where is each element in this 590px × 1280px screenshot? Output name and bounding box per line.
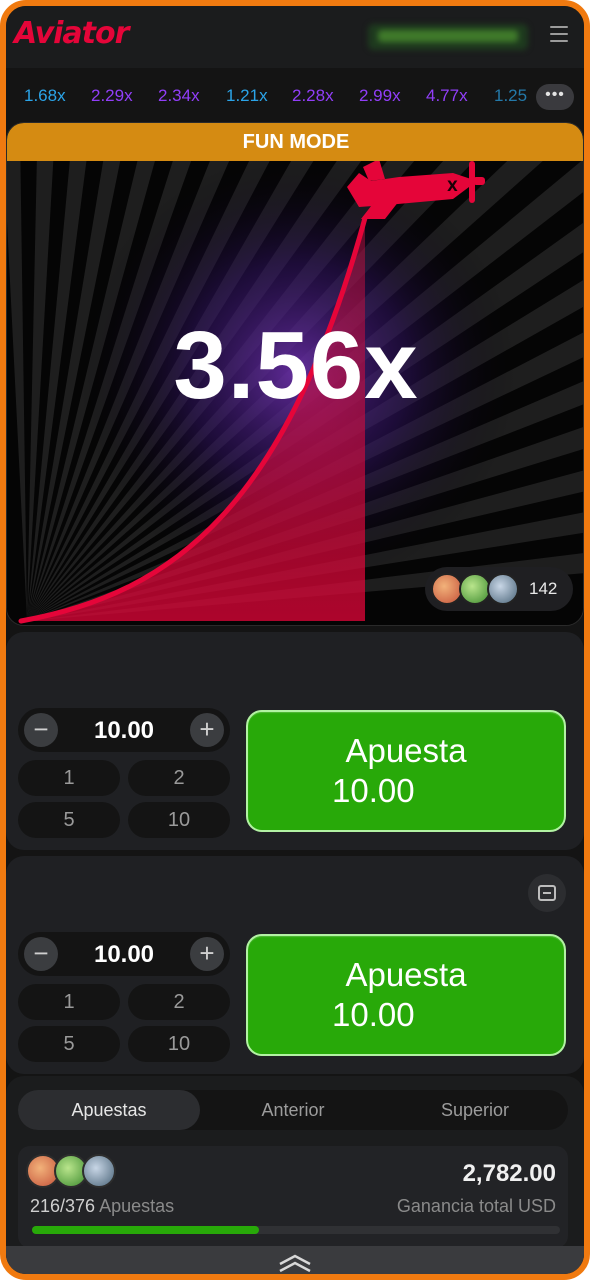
total-win-caption: Ganancia total USD bbox=[396, 1196, 556, 1216]
quick-amount-button[interactable]: 5 bbox=[18, 802, 120, 838]
aviator-logo: Aviator bbox=[14, 16, 129, 51]
chevron-up-icon bbox=[279, 1254, 311, 1273]
tab-apuestas[interactable]: Apuestas bbox=[18, 1090, 200, 1130]
bet-button-title: Apuesta bbox=[345, 956, 467, 993]
fun-mode-banner: FUN MODE bbox=[7, 123, 583, 161]
remove-panel-button[interactable] bbox=[528, 874, 566, 912]
history-item: 1.25 bbox=[494, 86, 528, 105]
bets-progress bbox=[32, 1226, 560, 1234]
decrease-button[interactable]: − bbox=[24, 713, 58, 747]
quick-amount-button[interactable]: 10 bbox=[128, 802, 230, 838]
bets-progress-fill bbox=[32, 1226, 260, 1234]
bet-button-amount: 10.00 bbox=[332, 772, 415, 809]
quick-amount-button[interactable]: 1 bbox=[18, 984, 120, 1020]
history-item: 1.21x bbox=[226, 86, 268, 105]
svg-text:X: X bbox=[447, 179, 458, 195]
player-avatar bbox=[82, 1154, 116, 1188]
expand-handle[interactable] bbox=[6, 1246, 584, 1274]
history-more-button[interactable]: ••• bbox=[536, 84, 574, 110]
history-item: 2.34x bbox=[158, 86, 200, 105]
increase-button[interactable]: + bbox=[190, 713, 224, 747]
hamburger-menu-icon[interactable] bbox=[550, 26, 568, 44]
minus-square-icon bbox=[538, 885, 556, 901]
bets-count-value: 216/376 bbox=[30, 1196, 96, 1216]
quick-amount-button[interactable]: 10 bbox=[128, 1026, 230, 1062]
history-item: 1.68x bbox=[24, 86, 66, 105]
bet-amount-value[interactable]: 10.00 bbox=[62, 941, 186, 969]
bet-button-title: Apuesta bbox=[345, 732, 467, 769]
bet-panel-2: − 10.00 + 1 2 5 10 Apuesta 10.00 bbox=[6, 856, 584, 1074]
history-item: 2.29x bbox=[91, 86, 133, 105]
phone-frame: Aviator 1.68x 2.29x 2.34x 1.21x 2.28x 2.… bbox=[0, 0, 590, 1280]
bet-panel-1: − 10.00 + 1 2 5 10 Apuesta 10.00 bbox=[6, 632, 584, 850]
bets-section: Apuestas Anterior Superior 2,782.00 216/… bbox=[6, 1076, 584, 1258]
player-avatar bbox=[487, 573, 519, 605]
bets-tabs: Apuestas Anterior Superior bbox=[18, 1090, 568, 1130]
quick-amount-button[interactable]: 2 bbox=[128, 760, 230, 796]
bet-amount-stepper: − 10.00 + bbox=[18, 708, 230, 752]
game-canvas: FUN MODE X 3.56x 142 bbox=[6, 122, 584, 626]
decrease-button[interactable]: − bbox=[24, 937, 58, 971]
app-header: Aviator bbox=[6, 6, 584, 68]
history-item: 2.99x bbox=[359, 86, 401, 105]
history-item: 4.77x bbox=[426, 86, 468, 105]
multiplier-history: 1.68x 2.29x 2.34x 1.21x 2.28x 2.99x 4.77… bbox=[6, 68, 584, 126]
players-count: 142 bbox=[529, 579, 558, 598]
tab-anterior[interactable]: Anterior bbox=[202, 1090, 384, 1130]
bets-summary: 2,782.00 216/376 Apuestas Ganancia total… bbox=[18, 1146, 568, 1248]
players-online: 142 bbox=[425, 567, 573, 611]
history-item: 2.28x bbox=[292, 86, 334, 105]
total-win-value: 2,782.00 bbox=[462, 1160, 556, 1187]
increase-button[interactable]: + bbox=[190, 937, 224, 971]
place-bet-button[interactable]: Apuesta 10.00 bbox=[246, 934, 566, 1056]
quick-amount-button[interactable]: 1 bbox=[18, 760, 120, 796]
bet-amount-value[interactable]: 10.00 bbox=[62, 717, 186, 745]
balance-blurred bbox=[368, 24, 528, 50]
place-bet-button[interactable]: Apuesta 10.00 bbox=[246, 710, 566, 832]
bet-button-amount: 10.00 bbox=[332, 996, 415, 1033]
bets-count: 216/376 Apuestas bbox=[30, 1196, 174, 1217]
tab-superior[interactable]: Superior bbox=[384, 1090, 566, 1130]
quick-amount-button[interactable]: 2 bbox=[128, 984, 230, 1020]
current-multiplier: 3.56x bbox=[173, 312, 419, 419]
bet-amount-stepper: − 10.00 + bbox=[18, 932, 230, 976]
bets-count-label: Apuestas bbox=[99, 1196, 175, 1216]
quick-amount-button[interactable]: 5 bbox=[18, 1026, 120, 1062]
